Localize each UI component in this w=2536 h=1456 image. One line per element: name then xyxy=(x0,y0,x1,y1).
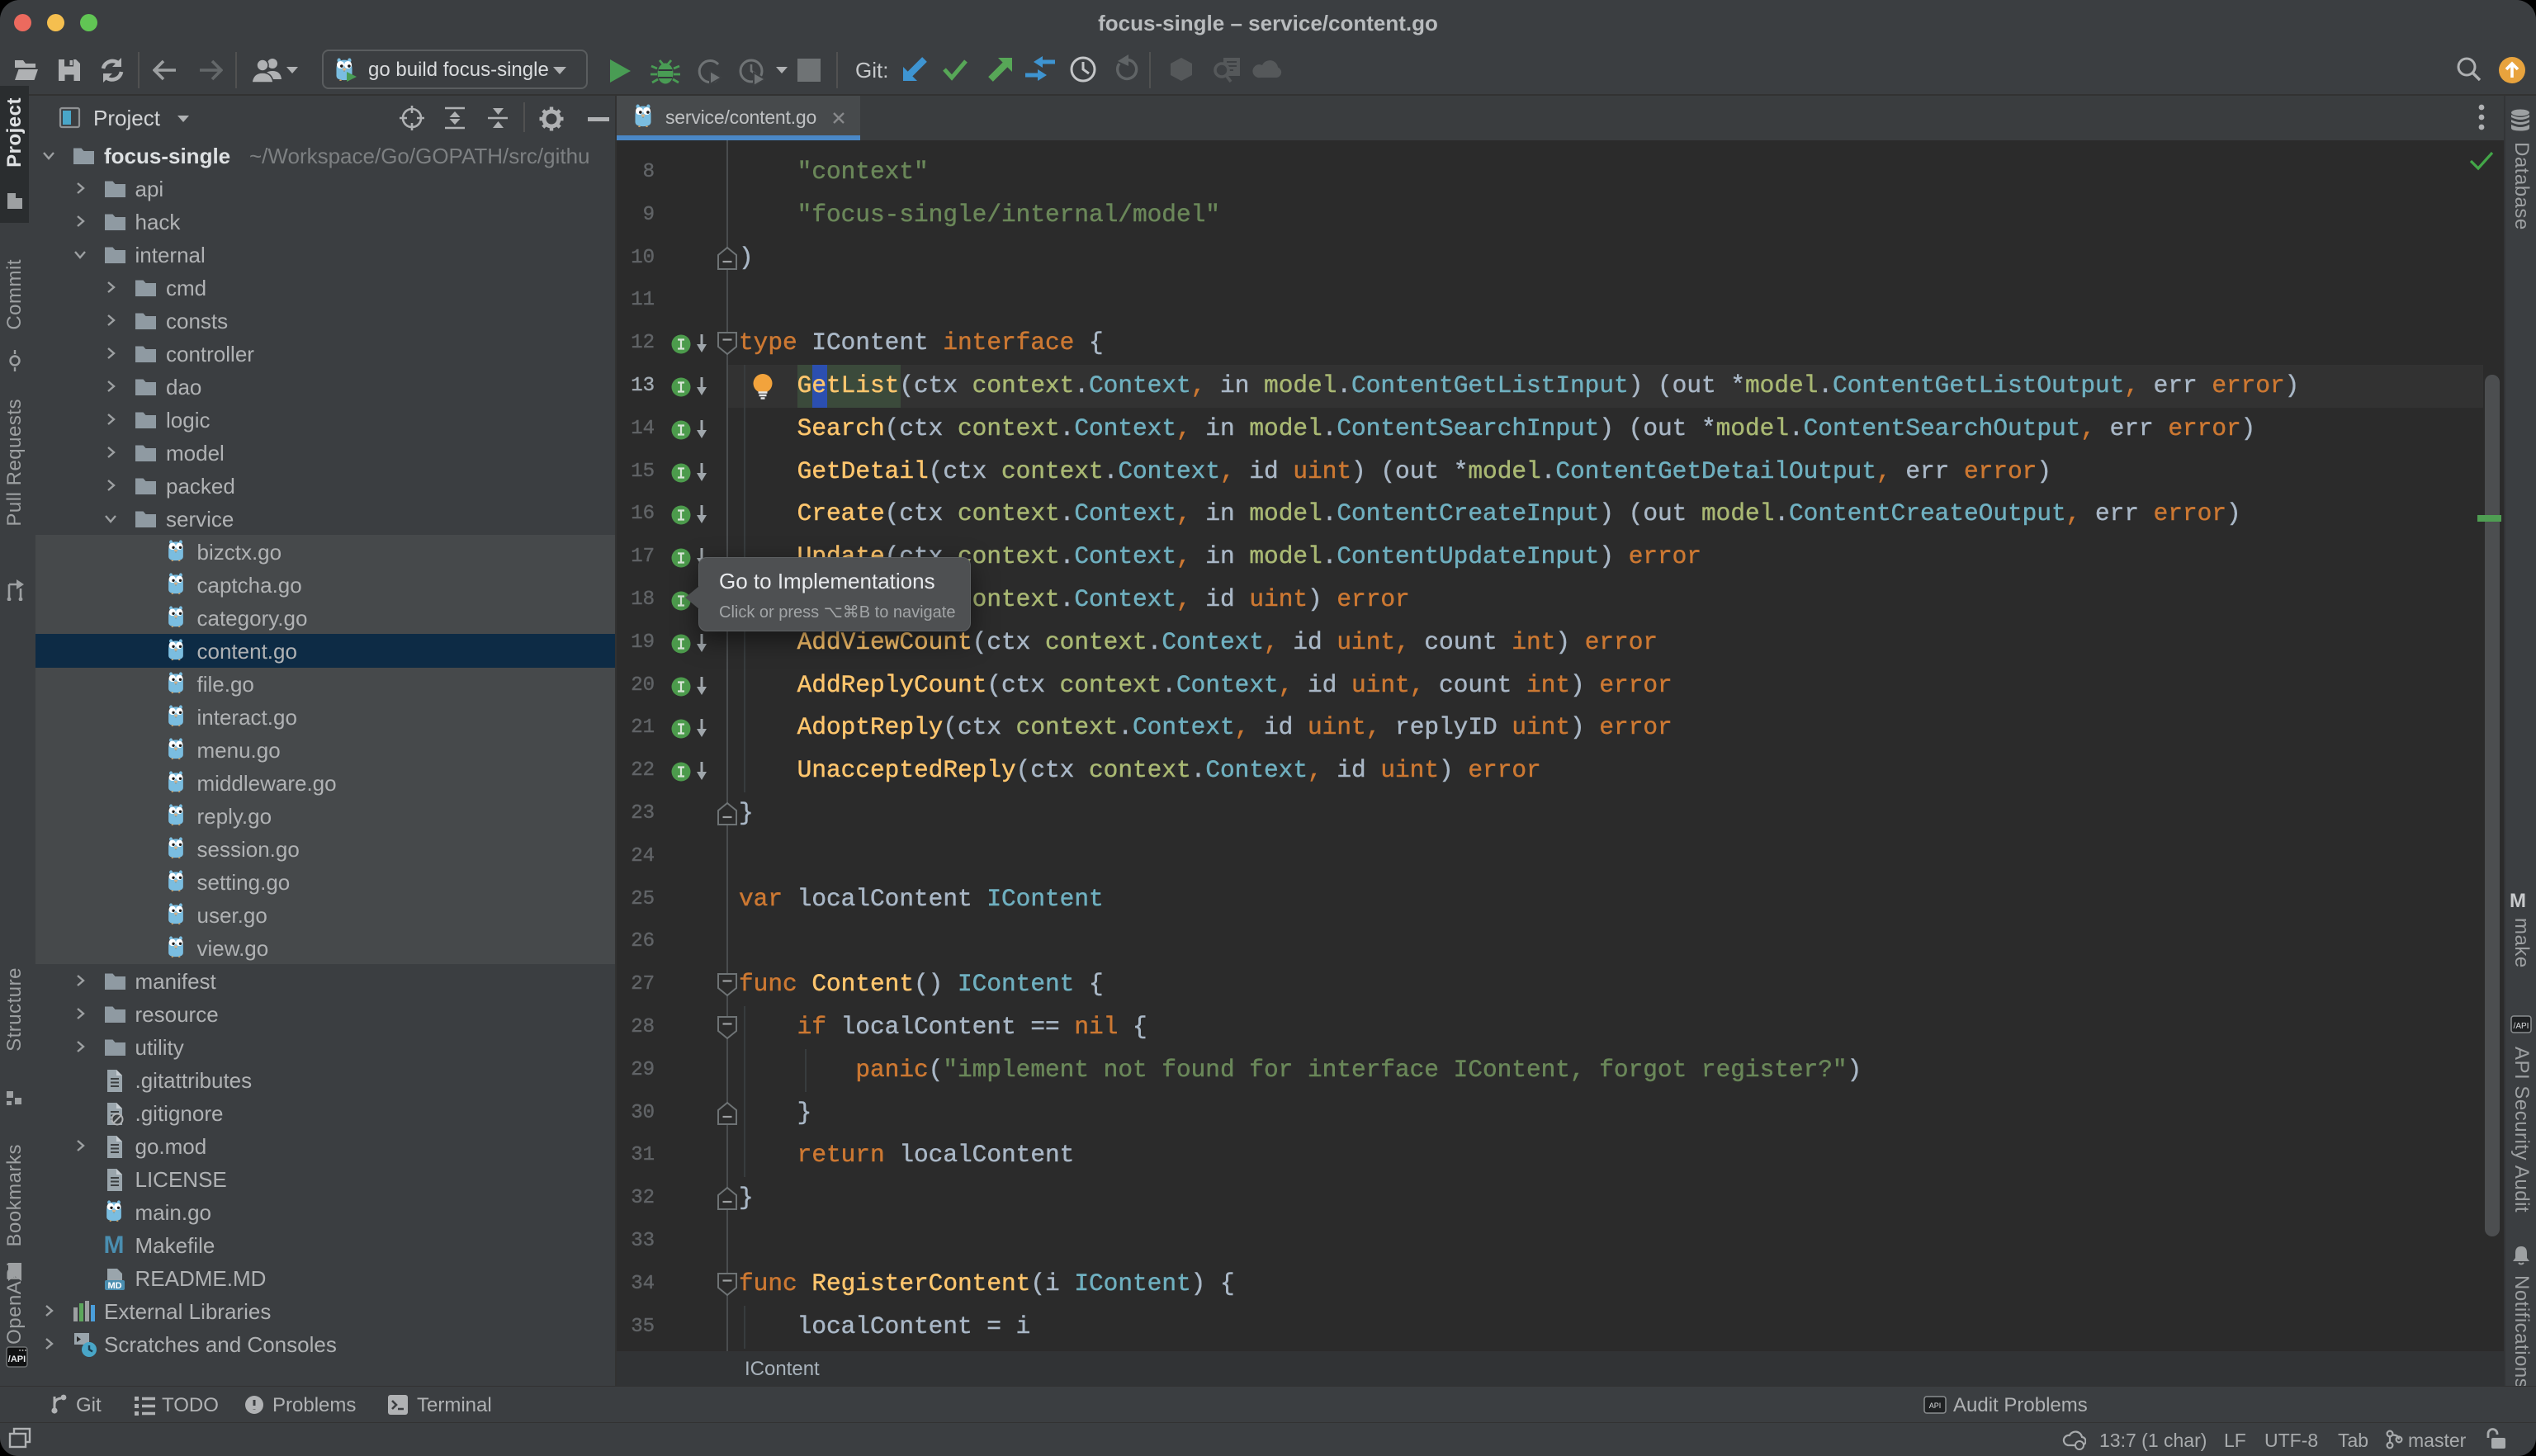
svg-text:API: API xyxy=(1929,1402,1942,1410)
svg-text:/API: /API xyxy=(2514,1022,2529,1031)
svg-text:MD: MD xyxy=(107,1281,121,1291)
svg-text:/API: /API xyxy=(8,1354,26,1364)
